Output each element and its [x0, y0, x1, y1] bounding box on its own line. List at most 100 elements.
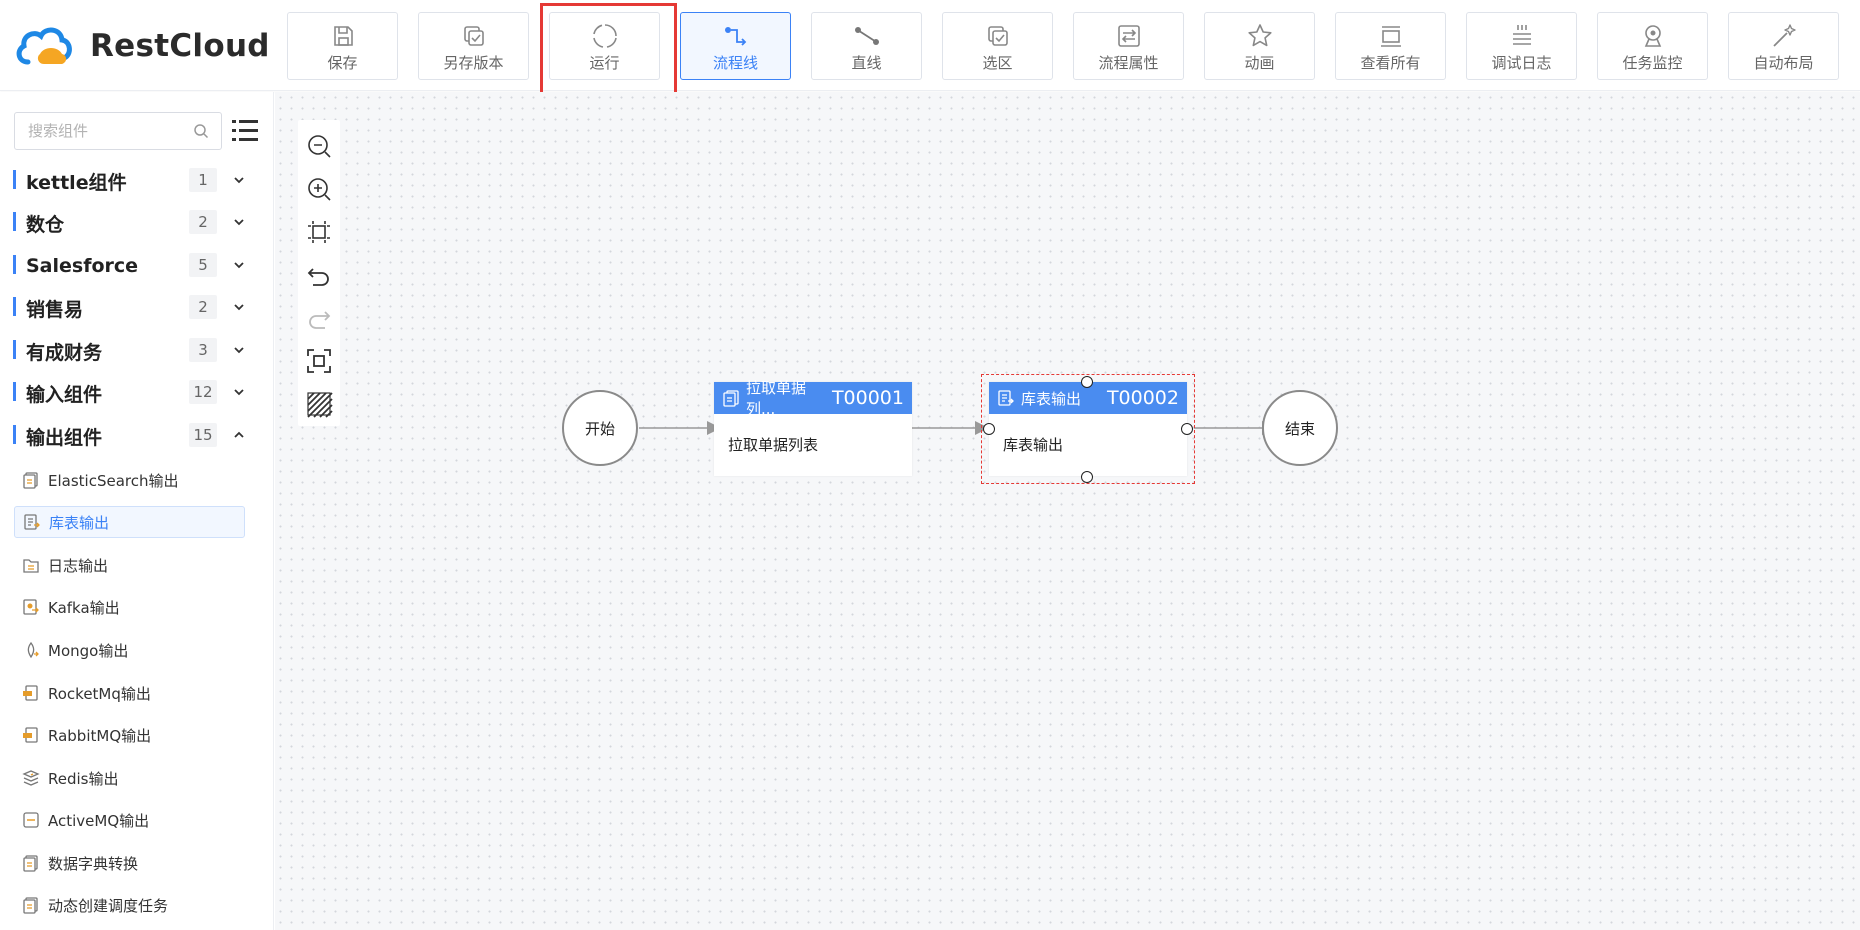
component-dynamic-schedule[interactable]: 动态创建调度任务	[14, 889, 245, 921]
task-monitor-button[interactable]: 任务监控	[1597, 12, 1708, 80]
category-kettle[interactable]: kettle组件 1	[0, 161, 273, 201]
category-input-components[interactable]: 输入组件 12	[0, 373, 273, 413]
category-data-warehouse[interactable]: 数仓 2	[0, 203, 273, 243]
auto-layout-label: 自动布局	[1753, 54, 1814, 72]
monitor-icon	[1638, 21, 1668, 51]
flow-line-button[interactable]: 流程线	[680, 12, 791, 80]
category-marker	[13, 340, 16, 359]
component-name: Redis输出	[48, 769, 119, 788]
connection-handle-bottom[interactable]	[1081, 471, 1093, 483]
component-name: 库表输出	[49, 513, 110, 532]
node-body: 库表输出	[1003, 436, 1064, 454]
node-header: 拉取单据列... T00001	[714, 379, 912, 418]
category-count: 1	[189, 168, 217, 192]
document-icon	[21, 853, 41, 873]
chevron-down-icon	[234, 347, 244, 354]
category-output-components[interactable]: 输出组件 15	[0, 416, 273, 456]
component-kafka-output[interactable]: Kafka输出	[14, 591, 245, 623]
flow-properties-label: 流程属性	[1098, 54, 1159, 72]
chevron-down-icon	[234, 262, 244, 269]
category-name: 输入组件	[26, 383, 103, 406]
category-youcheng-finance[interactable]: 有成财务 3	[0, 331, 273, 371]
component-data-dictionary[interactable]: 数据字典转换	[14, 847, 245, 879]
flow-canvas[interactable]: 开始 拉取单据列... T00001 拉取单据列表 库表输出 T00002 库表…	[275, 92, 1860, 930]
debug-log-icon	[1507, 21, 1537, 51]
properties-icon	[1114, 21, 1144, 51]
chevron-down-icon	[234, 177, 244, 184]
list-view-icon[interactable]	[231, 118, 259, 144]
start-node-label: 开始	[584, 419, 615, 438]
category-marker	[13, 255, 16, 274]
component-redis-output[interactable]: Redis输出	[14, 762, 245, 794]
node-id: T00002	[1106, 387, 1179, 409]
node-id: T00001	[831, 387, 904, 409]
component-name: Kafka输出	[48, 598, 120, 617]
category-count: 3	[189, 338, 217, 362]
debug-log-button[interactable]: 调试日志	[1466, 12, 1577, 80]
kafka-icon	[21, 597, 41, 617]
component-rabbitmq-output[interactable]: RabbitMQ输出	[14, 719, 245, 751]
top-toolbar: RestCloud 保存 另存版本 运行 流程线 直线 选区 流程属性 动画 查…	[0, 0, 1860, 113]
node-title: 库表输出	[1021, 389, 1082, 408]
auto-layout-button[interactable]: 自动布局	[1728, 12, 1839, 80]
connection-handle-right[interactable]	[1181, 423, 1193, 435]
component-elasticsearch-output[interactable]: ElasticSearch输出	[14, 464, 245, 496]
category-name: 数仓	[26, 213, 65, 236]
save-button[interactable]: 保存	[287, 12, 398, 80]
chevron-up-icon	[234, 431, 244, 438]
document-icon	[21, 895, 41, 915]
flow-properties-button[interactable]: 流程属性	[1073, 12, 1184, 80]
category-marker	[13, 170, 16, 189]
category-count: 12	[189, 380, 217, 404]
chevron-down-icon	[234, 219, 244, 226]
component-activemq-output[interactable]: ActiveMQ输出	[14, 804, 245, 836]
category-xiaoshouyi[interactable]: 销售易 2	[0, 288, 273, 328]
connection-handle-left[interactable]	[983, 423, 995, 435]
search-input[interactable]	[28, 122, 188, 140]
run-button[interactable]: 运行	[549, 12, 660, 80]
end-node[interactable]: 结束	[1262, 390, 1338, 466]
table-output-icon	[22, 512, 42, 532]
chevron-down-icon	[234, 304, 244, 311]
activemq-icon	[21, 810, 41, 830]
view-all-button[interactable]: 查看所有	[1335, 12, 1446, 80]
search-icon[interactable]	[193, 123, 209, 139]
category-count: 15	[189, 423, 217, 447]
straight-line-button[interactable]: 直线	[811, 12, 922, 80]
component-name: ElasticSearch输出	[48, 471, 179, 490]
category-name: 输出组件	[26, 426, 103, 449]
category-salesforce[interactable]: Salesforce 5	[0, 246, 273, 286]
node-body: 拉取单据列表	[728, 436, 819, 454]
category-count: 2	[189, 295, 217, 319]
document-icon	[722, 389, 740, 407]
debug-log-label: 调试日志	[1491, 54, 1552, 72]
component-table-output[interactable]: 库表输出	[14, 506, 245, 538]
component-search	[14, 112, 222, 150]
start-node[interactable]: 开始	[562, 390, 638, 466]
component-name: RabbitMQ输出	[48, 726, 152, 745]
category-count: 2	[189, 210, 217, 234]
category-name: Salesforce	[26, 255, 139, 277]
task-node-t00002[interactable]: 库表输出 T00002 库表输出	[989, 382, 1187, 476]
end-node-label: 结束	[1284, 419, 1315, 438]
magic-wand-icon	[1769, 21, 1799, 51]
task-node-t00001[interactable]: 拉取单据列... T00001 拉取单据列表	[714, 379, 912, 476]
rocketmq-icon	[21, 683, 41, 703]
component-rocketmq-output[interactable]: RocketMq输出	[14, 677, 245, 709]
view-all-label: 查看所有	[1360, 54, 1421, 72]
component-mongo-output[interactable]: Mongo输出	[14, 634, 245, 666]
app-name: RestCloud	[90, 28, 270, 64]
component-name: 日志输出	[48, 556, 109, 575]
flow-line-label: 流程线	[712, 54, 758, 72]
star-icon	[1245, 21, 1275, 51]
connection-handle-top[interactable]	[1081, 376, 1093, 388]
animation-button[interactable]: 动画	[1204, 12, 1315, 80]
component-name: RocketMq输出	[48, 684, 151, 703]
category-marker	[13, 382, 16, 401]
category-marker	[13, 212, 16, 231]
category-marker	[13, 425, 16, 444]
select-area-button[interactable]: 选区	[942, 12, 1053, 80]
component-sidebar: kettle组件 1 数仓 2 Salesforce 5 销售易 2 有成财务 …	[0, 92, 274, 930]
component-log-output[interactable]: 日志输出	[14, 549, 245, 581]
save-version-button[interactable]: 另存版本	[418, 12, 529, 80]
